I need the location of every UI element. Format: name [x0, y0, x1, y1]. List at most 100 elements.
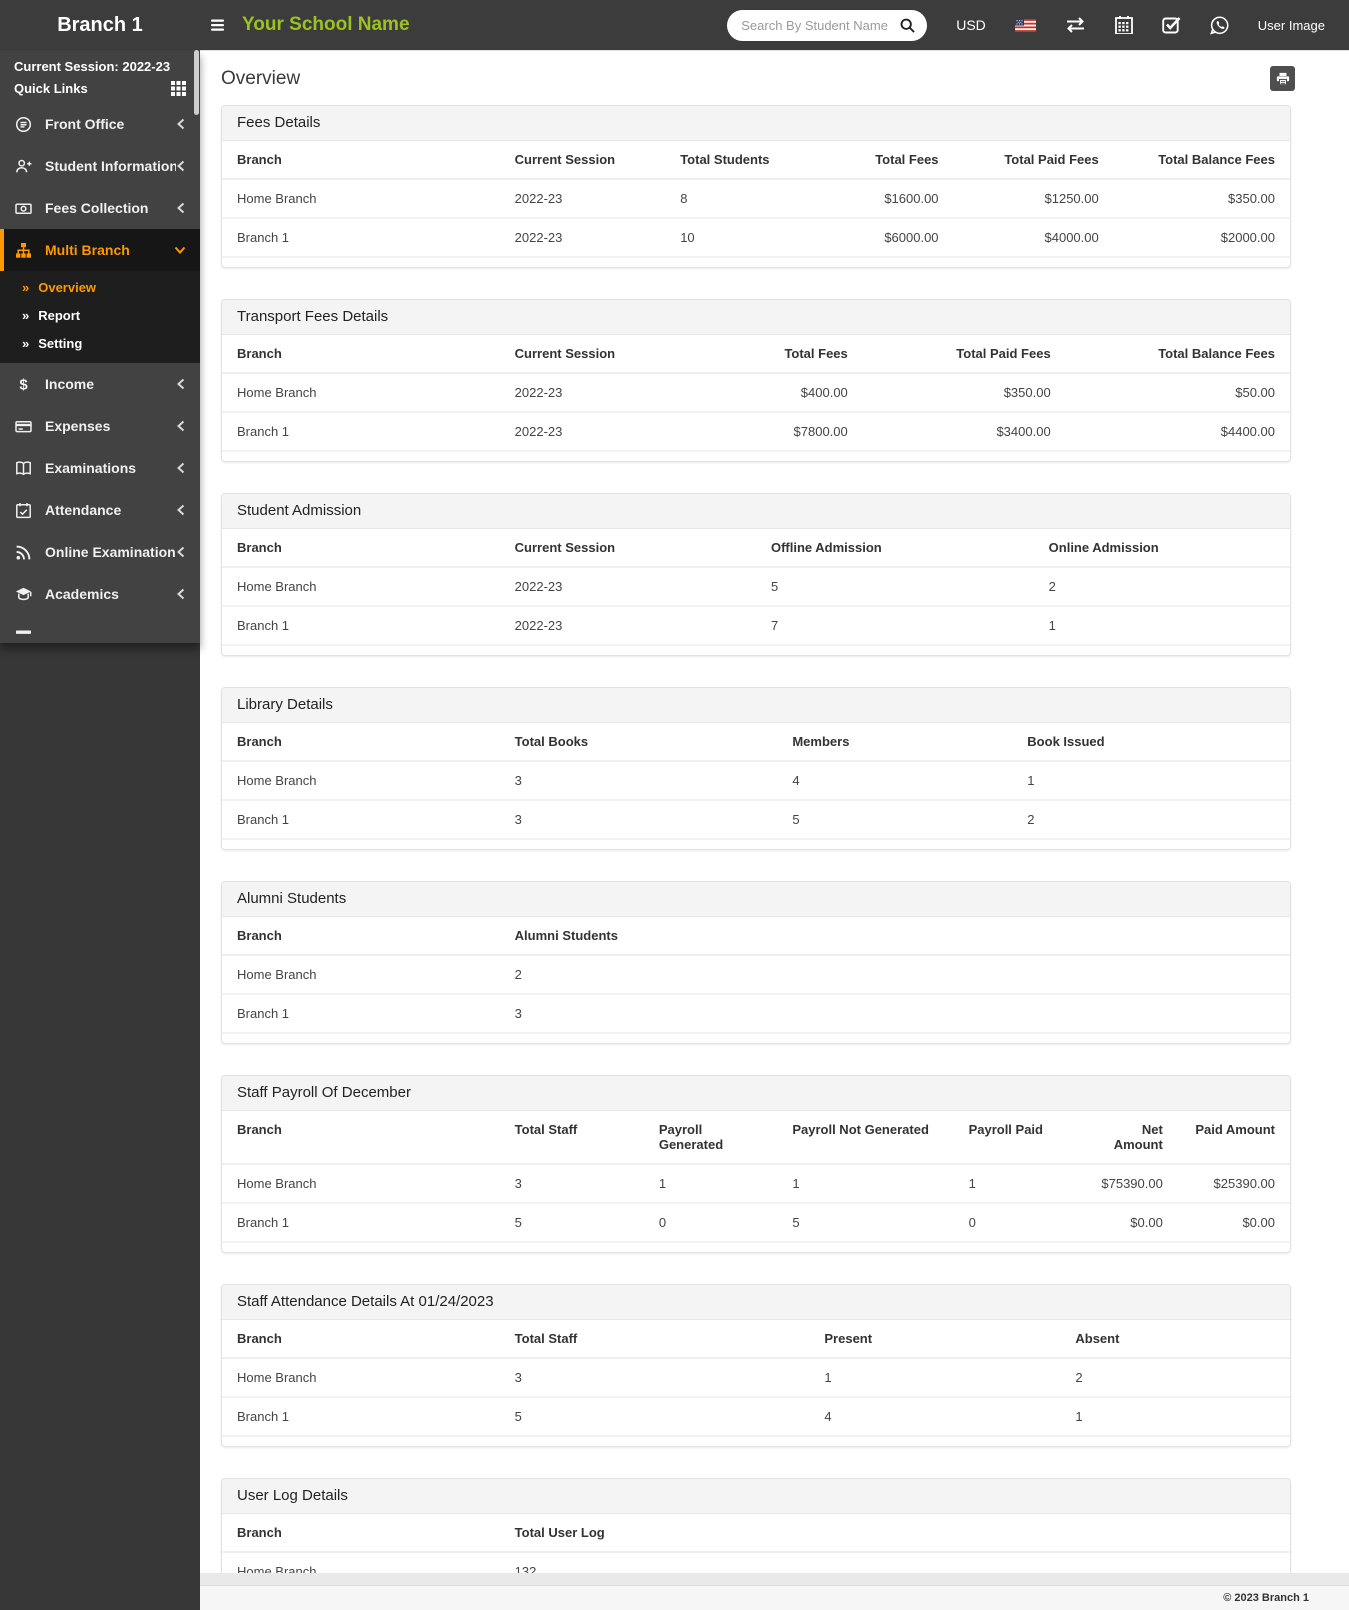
cell: 3	[500, 1358, 810, 1397]
sidebar-item-student-information[interactable]: Student Information	[0, 145, 200, 187]
cell: 5	[777, 1203, 953, 1242]
cell: $0.00	[1082, 1203, 1178, 1242]
us-flag-icon[interactable]	[1015, 19, 1036, 32]
cell: 0	[644, 1203, 778, 1242]
cell: Branch 1	[222, 994, 500, 1033]
column-header: Present	[809, 1320, 1060, 1358]
session-block: Current Session: 2022-23 Quick Links	[0, 50, 200, 103]
table-row: Branch 1541	[222, 1397, 1290, 1436]
main-area: Overview Fees DetailsBranchCurrent Sessi…	[200, 50, 1349, 1610]
column-header: Total User Log	[500, 1514, 1290, 1552]
cell: $4400.00	[1066, 412, 1290, 451]
sidebar-item-academics[interactable]: Academics	[0, 573, 200, 615]
cell: $4000.00	[954, 218, 1114, 257]
table-row: Home Branch2	[222, 955, 1290, 994]
sidebar-item-income[interactable]: $ Income	[0, 363, 200, 405]
data-table: BranchCurrent SessionOffline AdmissionOn…	[222, 529, 1290, 646]
topbar-actions: USD User Image	[727, 10, 1349, 41]
cell: Home Branch	[222, 955, 500, 994]
calendar-icon[interactable]	[1115, 16, 1133, 34]
tasks-icon[interactable]	[1162, 16, 1181, 34]
cell: 2022-23	[500, 373, 671, 412]
sidebar-item-label: Student Information	[45, 158, 176, 174]
print-button[interactable]	[1270, 66, 1295, 91]
chevron-left-icon	[176, 118, 186, 130]
sidebar-item-online-examinations[interactable]: Online Examinations	[0, 531, 200, 573]
sidebar-item-more[interactable]	[0, 615, 200, 643]
column-header: Payroll Not Generated	[777, 1111, 953, 1164]
sidebar-submenu: »Overview»Report»Setting	[0, 271, 200, 363]
cell: $350.00	[863, 373, 1066, 412]
quick-links[interactable]: Quick Links	[14, 81, 186, 96]
student-search-box[interactable]	[727, 10, 927, 41]
cell: Home Branch	[222, 567, 500, 606]
table-row: Home Branch2022-2352	[222, 567, 1290, 606]
cell: 5	[777, 800, 1012, 839]
sidebar-item-attendance[interactable]: Attendance	[0, 489, 200, 531]
column-header: Branch	[222, 1320, 500, 1358]
cell: 2022-23	[500, 567, 756, 606]
chevron-down-icon	[174, 245, 186, 255]
column-header: Total Students	[665, 141, 804, 179]
chat-icon[interactable]	[1210, 16, 1229, 35]
table-row: Branch 15050$0.00$0.00	[222, 1203, 1290, 1242]
table-header-row: BranchTotal BooksMembersBook Issued	[222, 723, 1290, 761]
search-icon[interactable]	[900, 18, 915, 33]
cell: 1	[809, 1358, 1060, 1397]
cell: $75390.00	[1082, 1164, 1178, 1203]
sidebar-item-expenses[interactable]: Expenses	[0, 405, 200, 447]
column-header: Total Fees	[671, 335, 863, 373]
currency-selector[interactable]: USD	[956, 17, 986, 33]
column-header: Total Balance Fees	[1066, 335, 1290, 373]
sidebar-item-label: Fees Collection	[45, 200, 176, 216]
svg-text:$: $	[19, 376, 28, 393]
search-input[interactable]	[741, 18, 900, 33]
cell: $2000.00	[1114, 218, 1290, 257]
card-title: Library Details	[222, 688, 1290, 723]
sidebar-subitem-overview[interactable]: »Overview	[0, 273, 200, 301]
cell: 1	[644, 1164, 778, 1203]
card-staff-attendance-details-at-01-24-2023: Staff Attendance Details At 01/24/2023Br…	[221, 1284, 1291, 1447]
column-header: Branch	[222, 1111, 500, 1164]
cell: 2	[500, 955, 1290, 994]
sidebar-item-label: Income	[45, 376, 176, 392]
page-title: Overview	[221, 68, 300, 90]
grid-icon[interactable]	[171, 81, 186, 96]
data-table: BranchCurrent SessionTotal FeesTotal Pai…	[222, 335, 1290, 452]
column-header: Payroll Paid	[954, 1111, 1082, 1164]
current-session-label: Current Session: 2022-23	[14, 59, 186, 74]
menu-more-icon	[15, 628, 33, 644]
card-title: Student Admission	[222, 494, 1290, 529]
cell: 3	[500, 994, 1290, 1033]
sidebar-scrollbar[interactable]	[194, 50, 199, 115]
cell: $50.00	[1066, 373, 1290, 412]
sidebar-item-multi-branch[interactable]: Multi Branch	[0, 229, 200, 271]
column-header: Total Fees	[804, 141, 954, 179]
cell: 3	[500, 761, 778, 800]
sidebar-subitem-setting[interactable]: »Setting	[0, 329, 200, 357]
user-menu[interactable]: User Image	[1258, 18, 1325, 33]
sidebar-menu: Current Session: 2022-23 Quick Links Fro…	[0, 50, 200, 643]
hamburger-icon[interactable]	[210, 18, 226, 32]
data-table: BranchCurrent SessionTotal StudentsTotal…	[222, 141, 1290, 258]
cell: Home Branch	[222, 1164, 500, 1203]
sidebar-item-examinations[interactable]: Examinations	[0, 447, 200, 489]
sidebar-item-label: Online Examinations	[45, 544, 176, 560]
sidebar-item-front-office[interactable]: Front Office	[0, 103, 200, 145]
double-chevron-icon: »	[22, 336, 29, 351]
sidebar-item-fees-collection[interactable]: Fees Collection	[0, 187, 200, 229]
cell: $400.00	[671, 373, 863, 412]
card-title: Staff Attendance Details At 01/24/2023	[222, 1285, 1290, 1320]
column-header: Branch	[222, 723, 500, 761]
table-header-row: BranchCurrent SessionOffline AdmissionOn…	[222, 529, 1290, 567]
cell: $1250.00	[954, 179, 1114, 218]
cell: Branch 1	[222, 1397, 500, 1436]
cell: 7	[756, 606, 1034, 645]
transfer-icon[interactable]	[1065, 17, 1086, 33]
chevron-left-icon	[176, 546, 186, 558]
column-header: Total Staff	[500, 1320, 810, 1358]
sidebar-subitem-report[interactable]: »Report	[0, 301, 200, 329]
table-header-row: BranchAlumni Students	[222, 917, 1290, 955]
school-name: Your School Name	[242, 14, 410, 36]
column-header: Branch	[222, 1514, 500, 1552]
